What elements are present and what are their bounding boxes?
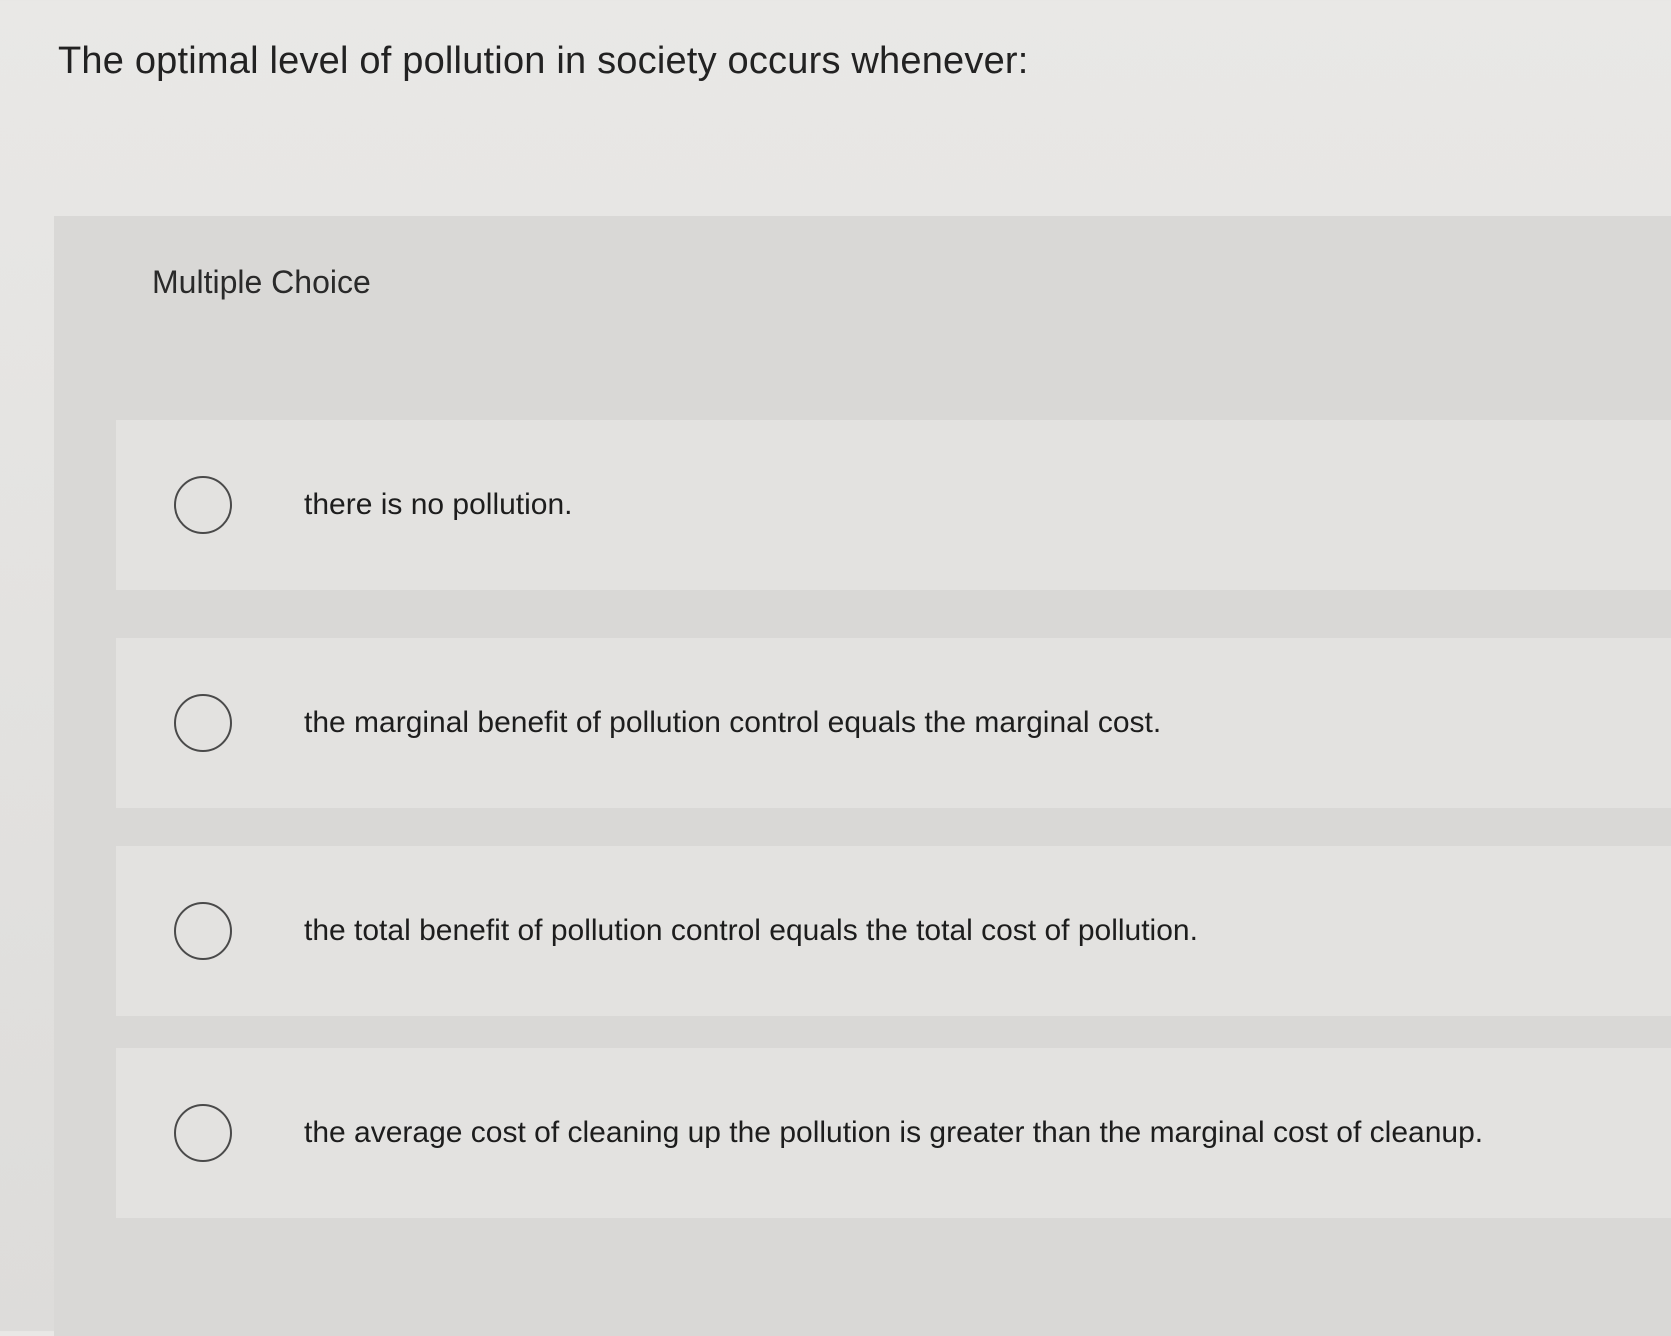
answer-option-label: the average cost of cleaning up the poll… bbox=[304, 1116, 1484, 1149]
radio-button-icon[interactable] bbox=[174, 1104, 232, 1162]
answer-option-label: the total benefit of pollution control e… bbox=[304, 914, 1198, 947]
answer-option-4[interactable]: the average cost of cleaning up the poll… bbox=[116, 1048, 1671, 1218]
answer-option-2[interactable]: the marginal benefit of pollution contro… bbox=[116, 638, 1671, 808]
question-type-label: Multiple Choice bbox=[152, 264, 371, 300]
answer-option-1[interactable]: there is no pollution. bbox=[116, 420, 1671, 590]
answer-option-label: the marginal benefit of pollution contro… bbox=[304, 706, 1162, 739]
question-text: The optimal level of pollution in societ… bbox=[58, 40, 1029, 82]
radio-button-icon[interactable] bbox=[174, 902, 232, 960]
radio-button-icon[interactable] bbox=[174, 694, 232, 752]
answer-option-label: there is no pollution. bbox=[304, 488, 573, 521]
answer-option-3[interactable]: the total benefit of pollution control e… bbox=[116, 846, 1671, 1016]
radio-button-icon[interactable] bbox=[174, 476, 232, 534]
